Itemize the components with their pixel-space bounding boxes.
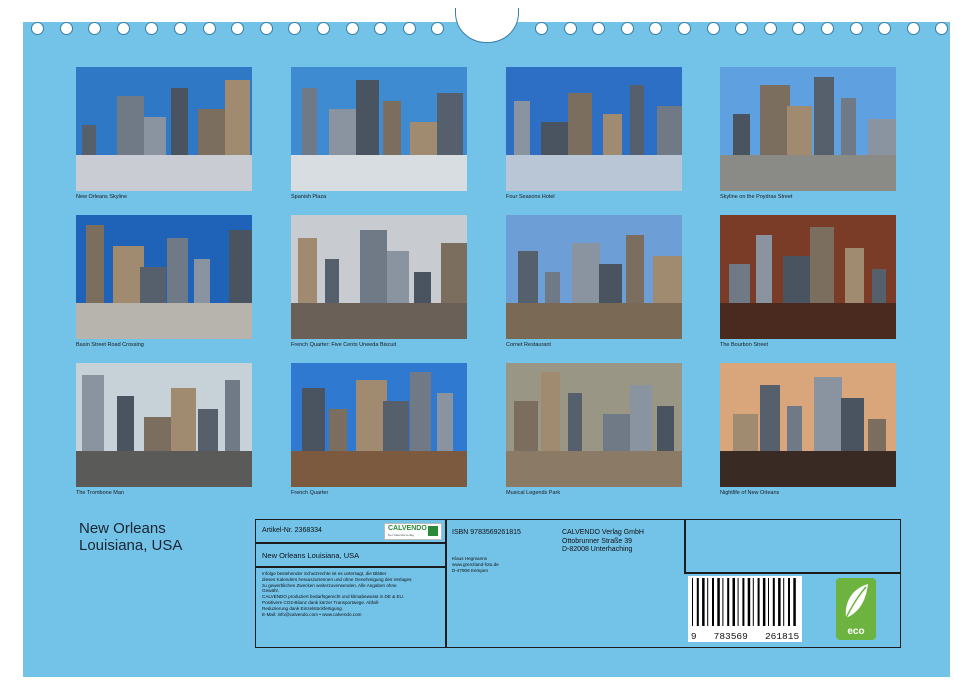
photo-caption: Cornet Restaurant xyxy=(506,342,551,348)
calendar-back-page: New Orleans Skyline Spanish Plaza Four S… xyxy=(23,8,950,677)
calvendo-logo-text: CALVENDO xyxy=(388,525,427,532)
photo-caption: The Trombone Man xyxy=(76,490,124,496)
barcode: 9 783569 261815 xyxy=(688,576,802,642)
photo-caption: French Quarter xyxy=(291,490,329,496)
photo xyxy=(76,215,252,339)
publisher-info: CALVENDO Verlag GmbH Ottobrunner Straße 3… xyxy=(562,529,644,555)
photo-caption: Spanish Plaza xyxy=(291,194,327,200)
binding-hole xyxy=(535,22,548,35)
photo xyxy=(291,363,467,487)
binding-hole xyxy=(59,22,73,35)
binding-hole xyxy=(849,22,863,35)
binding-hole xyxy=(145,22,159,35)
author-info: Klaus Hegmanns www.grenzland-foto.de D-479… xyxy=(452,556,499,573)
calendar-title: New Orleans Louisiana, USA xyxy=(79,520,182,554)
eco-label: eco xyxy=(847,626,865,637)
photo-caption: New Orleans Skyline xyxy=(76,194,128,200)
isbn: ISBN 9783569261815 xyxy=(452,529,521,536)
binding-hole xyxy=(735,22,749,35)
photo xyxy=(76,363,252,487)
title-line-1: New Orleans xyxy=(79,520,166,537)
binding-hole xyxy=(317,22,330,35)
binding-hole xyxy=(935,22,949,35)
leaf-icon xyxy=(845,584,868,619)
photo xyxy=(291,215,467,339)
binding-hole xyxy=(431,22,445,35)
ring-binding xyxy=(23,8,950,52)
eco-badge: eco xyxy=(836,578,876,640)
photo xyxy=(76,67,252,191)
binding-hole xyxy=(563,22,577,35)
publisher-line: Ottobrunner Straße 39 xyxy=(562,537,633,545)
binding-hole xyxy=(116,22,130,35)
publisher-line: D-82008 Unterhaching xyxy=(562,546,633,553)
binding-hole xyxy=(174,22,187,35)
calvendo-logo: CALVENDO Der Kalenderverlag xyxy=(384,523,442,540)
imprint-box: Artikel-Nr. 2368334 CALVENDO Der Kalende… xyxy=(255,519,901,648)
barcode-bars xyxy=(692,578,796,626)
binding-hole xyxy=(763,22,777,35)
binding-hole xyxy=(592,22,606,35)
photo-caption: Skyline on the Poydras Street xyxy=(720,194,793,200)
article-number: Artikel-Nr. 2368334 xyxy=(262,527,322,534)
legal-line: E-Mail: info@calvendo.com • www.calvendo… xyxy=(262,611,362,617)
binding-hole xyxy=(620,22,634,35)
binding-hole xyxy=(31,22,44,35)
author-line: www.grenzland-foto.de xyxy=(452,561,499,567)
binding-hole xyxy=(288,22,302,35)
barcode-digits: 9 783569 261815 xyxy=(690,631,800,642)
legal-notice: Infolge bestehender Schutzrechte ist es … xyxy=(262,571,442,617)
binding-hole xyxy=(231,22,245,35)
divider xyxy=(256,542,445,544)
binding-hole xyxy=(374,22,388,35)
photo-caption: Musical Legends Park xyxy=(506,490,561,496)
binding-hole xyxy=(792,22,806,35)
binding-hole xyxy=(878,22,892,35)
photo xyxy=(720,67,896,191)
photo-caption: Basin Street Road Crossing xyxy=(76,342,144,348)
photo-caption: The Bourbon Street xyxy=(720,342,769,348)
divider xyxy=(684,572,900,574)
photo xyxy=(506,215,682,339)
photo xyxy=(720,363,896,487)
binding-hole xyxy=(259,22,273,35)
photo xyxy=(291,67,467,191)
photo-caption: French Quarter: Five Cents Uneeda Biscui… xyxy=(291,342,397,348)
binding-hole xyxy=(88,22,102,35)
binding-hole xyxy=(678,22,691,35)
binding-hole xyxy=(906,22,920,35)
title-line-2: Louisiana, USA xyxy=(79,537,183,554)
binding-hole xyxy=(345,22,359,35)
publisher-line: CALVENDO Verlag GmbH xyxy=(562,529,644,536)
photo xyxy=(720,215,896,339)
binding-hole xyxy=(402,22,416,35)
hanger-cutout xyxy=(455,8,519,43)
divider xyxy=(684,520,686,572)
divider xyxy=(445,520,447,647)
calvendo-logo-sub: Der Kalenderverlag xyxy=(388,533,414,537)
binding-hole xyxy=(821,22,834,35)
photo xyxy=(506,363,682,487)
binding-hole xyxy=(706,22,720,35)
calvendo-mark-icon xyxy=(428,526,438,536)
photo xyxy=(506,67,682,191)
author-line: D-47906 Kempen xyxy=(452,567,489,573)
binding-hole xyxy=(202,22,216,35)
binding-hole xyxy=(649,22,663,35)
photo-caption: Four Seasons Hotel xyxy=(506,194,555,200)
divider xyxy=(256,566,445,568)
product-title: New Orleans Louisiana, USA xyxy=(262,551,360,560)
photo-caption: Nightlife of New Orleans xyxy=(720,490,780,496)
